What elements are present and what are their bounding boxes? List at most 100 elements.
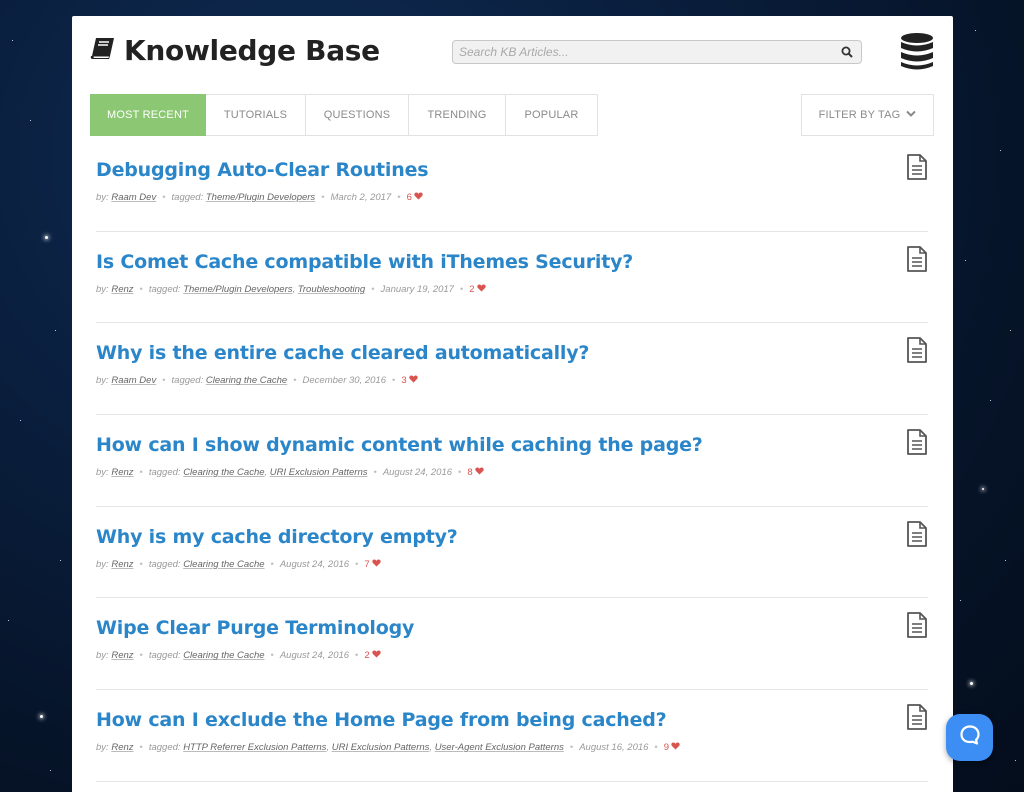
document-icon[interactable] (906, 704, 928, 735)
tab-questions[interactable]: Questions (306, 94, 409, 136)
article-title-link[interactable]: Why is the entire cache cleared automati… (96, 342, 589, 364)
article-likes[interactable]: 6 (407, 192, 423, 203)
tab-most-recent[interactable]: Most Recent (90, 94, 206, 136)
article-author-link[interactable]: Raam Dev (111, 375, 156, 386)
book-icon (90, 34, 116, 67)
by-label: by: (96, 558, 109, 570)
kb-title-text: Knowledge Base (124, 34, 380, 67)
article-tag-link[interactable]: Clearing the Cache (206, 375, 287, 386)
article-tag-link[interactable]: User-Agent Exclusion Patterns (435, 742, 564, 753)
page-title: Knowledge Base (90, 34, 380, 67)
like-count: 2 (364, 650, 370, 662)
like-count: 9 (663, 742, 670, 754)
meta-dot: • (654, 742, 658, 754)
article-likes[interactable]: 2 (469, 283, 486, 295)
article-author-link[interactable]: Renz (111, 284, 133, 295)
article-meta: by: Renz • tagged: Clearing the Cache • … (96, 559, 381, 570)
by-label: by: (96, 650, 109, 662)
meta-dot: • (139, 283, 143, 295)
article-date: August 16, 2016 (579, 742, 649, 754)
tagged-label: tagged: (148, 650, 181, 662)
by-label: by: (96, 375, 109, 387)
article-likes[interactable]: 7 (364, 559, 381, 570)
heart-icon (414, 192, 423, 203)
article-meta: by: Renz • tagged: HTTP Referrer Exclusi… (96, 742, 680, 753)
by-label: by: (96, 283, 109, 295)
article-tag-link[interactable]: URI Exclusion Patterns (332, 742, 430, 753)
article-item: How can I show dynamic content while cac… (96, 415, 928, 507)
article-item: Debugging Auto-Clear Routines by: Raam D… (96, 140, 928, 232)
like-count: 8 (467, 467, 473, 479)
article-author-link[interactable]: Renz (111, 467, 133, 478)
meta-dot: • (371, 283, 375, 295)
article-likes[interactable]: 9 (664, 742, 680, 753)
article-tag-link[interactable]: Clearing the Cache (183, 559, 264, 570)
heart-icon (476, 284, 486, 295)
search-input[interactable] (453, 41, 833, 63)
by-label: by: (96, 467, 109, 479)
article-tag-link[interactable]: URI Exclusion Patterns (270, 467, 368, 478)
article-author-link[interactable]: Renz (111, 742, 133, 753)
document-icon[interactable] (906, 520, 928, 552)
tab-trending[interactable]: Trending (409, 94, 506, 136)
article-date: August 24, 2016 (279, 650, 350, 662)
meta-dot: • (270, 558, 274, 570)
article-likes[interactable]: 2 (364, 650, 381, 662)
tagged-label: tagged: (148, 558, 181, 570)
article-title-link[interactable]: Wipe Clear Purge Terminology (96, 617, 414, 639)
like-count: 3 (401, 375, 407, 387)
tagged-label: tagged: (171, 375, 204, 387)
article-tag-link[interactable]: Clearing the Cache (183, 650, 264, 661)
article-meta: by: Renz • tagged: Clearing the Cache • … (96, 650, 381, 661)
like-count: 2 (469, 283, 475, 295)
heart-icon (371, 559, 381, 570)
tagged-label: tagged: (171, 192, 204, 203)
tab-tutorials[interactable]: Tutorials (206, 94, 306, 136)
article-date: March 2, 2017 (330, 192, 392, 203)
article-author-link[interactable]: Renz (111, 650, 133, 661)
article-author-link[interactable]: Renz (111, 559, 133, 570)
article-likes[interactable]: 3 (401, 375, 418, 387)
filter-by-tag-dropdown[interactable]: Filter by Tag (801, 94, 934, 136)
article-title-link[interactable]: Debugging Auto-Clear Routines (96, 159, 429, 181)
article-meta: by: Raam Dev • tagged: Theme/Plugin Deve… (96, 192, 423, 203)
meta-dot: • (162, 192, 166, 203)
article-title-link[interactable]: How can I show dynamic content while cac… (96, 434, 703, 456)
document-icon[interactable] (906, 612, 928, 643)
meta-dot: • (355, 650, 359, 662)
document-icon[interactable] (906, 154, 928, 185)
document-icon[interactable] (906, 337, 928, 368)
filter-label: Filter by Tag (818, 109, 901, 121)
article-title-link[interactable]: Is Comet Cache compatible with iThemes S… (96, 251, 633, 273)
search-icon[interactable] (833, 41, 861, 63)
meta-dot: • (139, 467, 143, 479)
article-tag-link[interactable]: Theme/Plugin Developers (206, 192, 315, 203)
article-item: Is Comet Cache compatible with iThemes S… (96, 232, 928, 324)
search-box (452, 40, 862, 64)
article-item: Wipe Clear Purge Terminology by: Renz • … (96, 598, 928, 691)
article-tag-link[interactable]: HTTP Referrer Exclusion Patterns (183, 742, 326, 753)
meta-dot: • (293, 375, 297, 387)
article-title-link[interactable]: Why is my cache directory empty? (96, 526, 458, 548)
meta-dot: • (321, 192, 325, 203)
article-title-link[interactable]: How can I exclude the Home Page from bei… (96, 709, 667, 731)
article-author-link[interactable]: Raam Dev (111, 192, 156, 203)
tagged-label: tagged: (148, 283, 181, 295)
meta-dot: • (139, 742, 143, 754)
article-item: Why is the entire cache cleared automati… (96, 323, 928, 416)
meta-dot: • (459, 283, 464, 295)
document-icon[interactable] (906, 245, 928, 277)
article-tag-link[interactable]: Troubleshooting (298, 284, 365, 295)
chat-button[interactable] (946, 714, 993, 761)
meta-dot: • (569, 742, 574, 754)
article-tag-link[interactable]: Theme/Plugin Developers (183, 284, 292, 295)
article-item: How can I exclude the Home Page from bei… (96, 690, 928, 782)
article-tag-link[interactable]: Clearing the Cache (183, 467, 264, 478)
article-date: January 19, 2017 (380, 283, 454, 295)
article-meta: by: Renz • tagged: Theme/Plugin Develope… (96, 284, 486, 295)
article-list: Debugging Auto-Clear Routines by: Raam D… (96, 140, 928, 782)
article-likes[interactable]: 8 (467, 467, 484, 479)
document-icon[interactable] (906, 429, 928, 460)
tab-popular[interactable]: Popular (506, 94, 598, 136)
chat-bubble-icon (959, 724, 981, 751)
